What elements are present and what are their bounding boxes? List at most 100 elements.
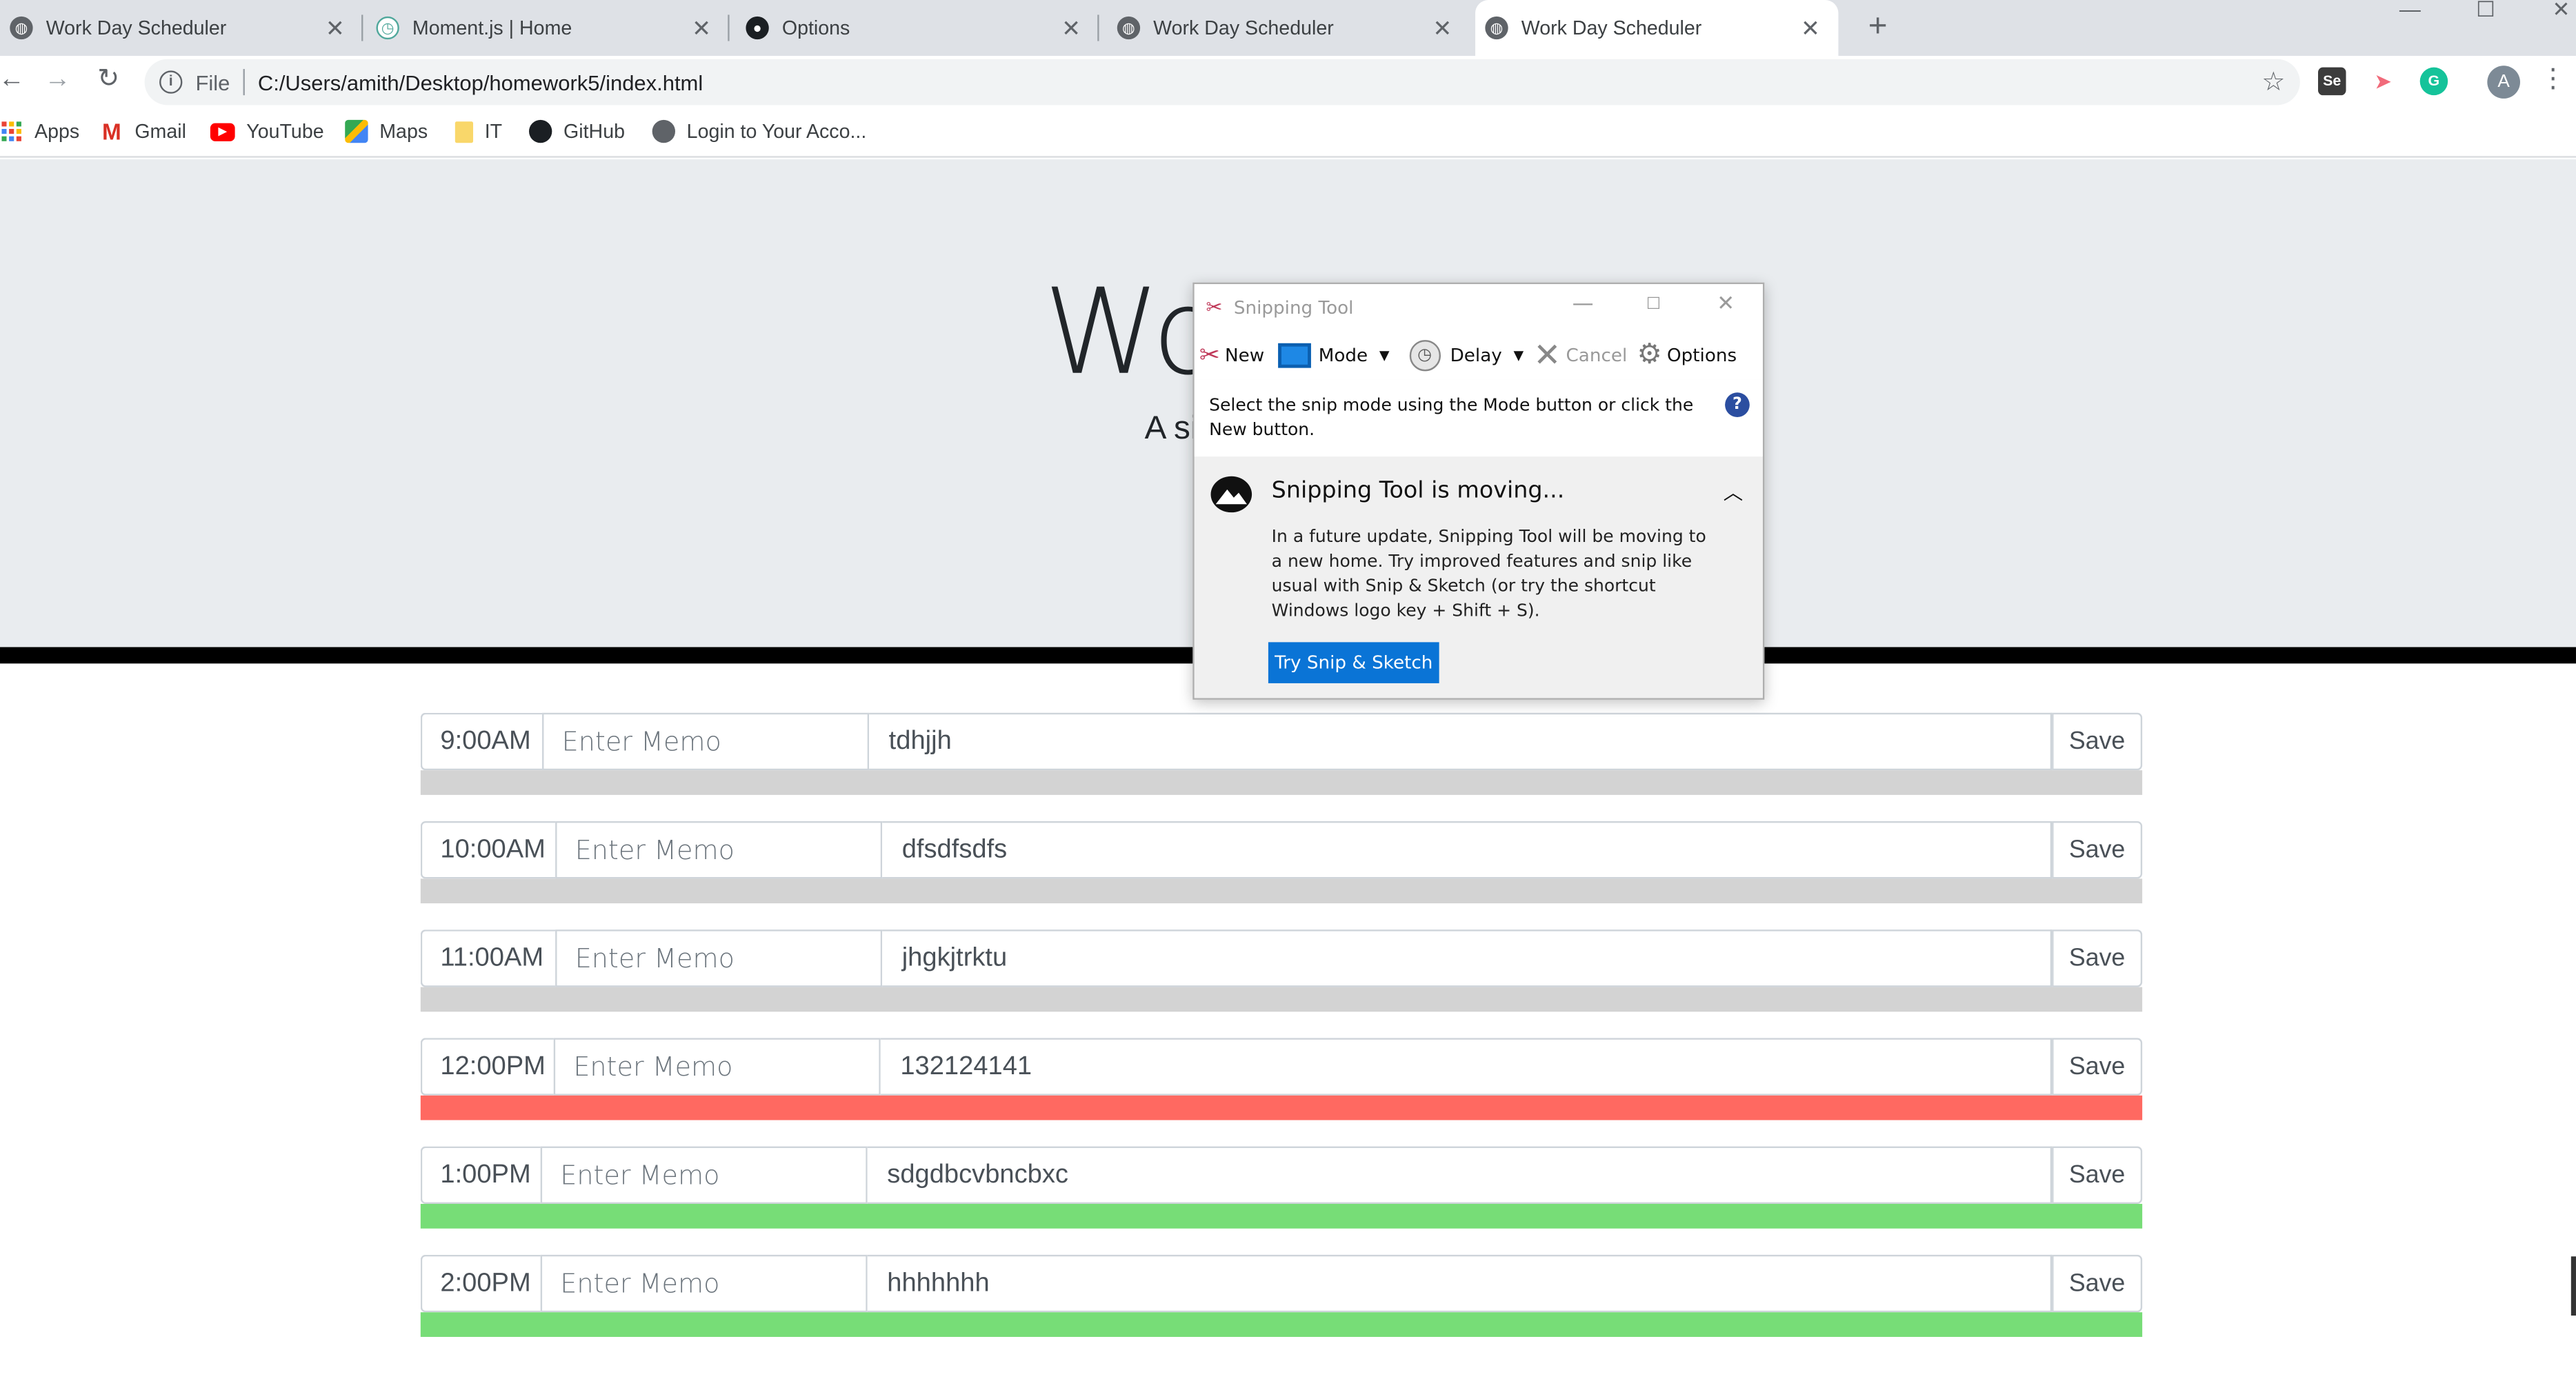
description-textarea[interactable]: hhhhhhh (867, 1254, 2053, 1313)
globe-icon: ◍ (1485, 16, 1508, 40)
new-snip-button[interactable]: ✂ New (1199, 340, 1264, 370)
apps-grid-icon (0, 120, 23, 143)
save-button[interactable]: Save (2052, 1146, 2143, 1205)
memo-input[interactable]: Enter Memo (542, 712, 870, 771)
try-snip-sketch-button[interactable]: Try Snip & Sketch (1268, 642, 1439, 683)
close-icon[interactable]: ✕ (1799, 14, 1821, 41)
gear-icon: ⚙ (1637, 338, 1662, 372)
status-bar-past (420, 770, 2143, 795)
tab-title: Moment.js | Home (412, 16, 572, 40)
folder-icon (455, 121, 474, 143)
bookmark-gmail[interactable]: M Gmail (100, 119, 186, 145)
bookmark-label: Maps (379, 119, 428, 143)
memo-input[interactable]: Enter Memo (555, 929, 883, 987)
cast-extension-icon[interactable]: ➤ (2368, 67, 2397, 96)
help-icon[interactable]: ? (1725, 392, 1750, 418)
scrollbar-edge[interactable] (2570, 1256, 2576, 1316)
youtube-icon: ▶ (210, 122, 235, 141)
time-block-row: 12:00PM Enter Memo 132124141 Save (420, 1038, 2143, 1121)
snipping-tool-titlebar[interactable]: ✂ Snipping Tool — ☐ ✕ (1194, 284, 1763, 330)
tab-work-day-scheduler-2[interactable]: ◍ Work Day Scheduler ✕ (1107, 0, 1470, 56)
save-button[interactable]: Save (2052, 1254, 2143, 1313)
memo-input[interactable]: Enter Memo (555, 821, 883, 879)
bookmark-label: Apps (34, 119, 80, 143)
forward-arrow-icon[interactable]: → (39, 63, 75, 99)
bookmark-label: IT (484, 119, 503, 143)
bookmark-apps[interactable]: Apps (0, 119, 79, 145)
memo-input[interactable]: Enter Memo (553, 1038, 881, 1096)
tab-momentjs[interactable]: ◷ Moment.js | Home ✕ (366, 0, 730, 56)
notice-body: In a future update, Snipping Tool will b… (1271, 527, 1706, 621)
time-block-row: 1:00PM Enter Memo sdgdbcvbncbxc Save (420, 1146, 2143, 1230)
bookmark-star-icon[interactable]: ☆ (2262, 66, 2285, 99)
status-bar-future (420, 1204, 2143, 1229)
back-arrow-icon[interactable]: ← (0, 63, 30, 99)
globe-icon: ◍ (10, 16, 33, 40)
bookmark-it[interactable]: IT (455, 119, 502, 145)
snipping-tool-title: Snipping Tool (1233, 297, 1354, 319)
description-textarea[interactable]: jhgkjtrktu (882, 929, 2053, 987)
close-button[interactable]: ✕ (1717, 292, 1735, 317)
close-icon[interactable]: ✕ (690, 14, 712, 41)
bookmarks-bar: Apps M Gmail ▶ YouTube Maps IT GitHub Lo… (0, 105, 2576, 158)
tab-work-day-scheduler-1[interactable]: ◍ Work Day Scheduler ✕ (0, 0, 363, 56)
address-bar[interactable]: i File C:/Users/amith/Desktop/homework5/… (144, 59, 2300, 105)
bookmark-label: Login to Your Acco... (686, 119, 867, 143)
delay-button[interactable]: ◷ Delay ▼ (1409, 339, 1524, 371)
save-button[interactable]: Save (2052, 712, 2143, 771)
status-bar-future (420, 1312, 2143, 1337)
hour-label: 2:00PM (420, 1254, 543, 1313)
bookmark-youtube[interactable]: ▶ YouTube (210, 119, 324, 145)
bookmark-label: Gmail (134, 119, 186, 143)
close-icon[interactable]: ✕ (323, 14, 346, 41)
description-textarea[interactable]: 132124141 (880, 1038, 2053, 1096)
tab-strip: ◍ Work Day Scheduler ✕ ◷ Moment.js | Hom… (0, 0, 2576, 56)
close-icon[interactable]: ✕ (1431, 14, 1454, 41)
description-textarea[interactable]: sdgdbcvbncbxc (867, 1146, 2053, 1205)
mode-button[interactable]: Mode ▼ (1277, 342, 1390, 368)
tab-separator (361, 14, 363, 41)
cancel-x-icon: ✕ (1533, 334, 1561, 375)
selenium-extension-icon[interactable]: Se (2318, 67, 2346, 96)
chevron-up-icon[interactable]: ︿ (1724, 478, 1744, 505)
avatar[interactable]: A (2487, 66, 2520, 99)
clock-icon: ◷ (376, 16, 399, 40)
grammarly-icon[interactable]: G (2419, 67, 2448, 96)
window-close-button[interactable]: ✕ (2524, 0, 2576, 23)
tab-work-day-scheduler-active[interactable]: ◍ Work Day Scheduler ✕ (1475, 0, 1839, 56)
menu-kebab-icon[interactable]: ⋮ (2540, 64, 2566, 97)
snip-instruction: Select the snip mode using the Mode butt… (1194, 379, 1763, 457)
memo-input[interactable]: Enter Memo (540, 1146, 868, 1205)
maximize-button[interactable]: ☐ (1646, 296, 1661, 314)
minimize-button[interactable]: — (2373, 0, 2448, 23)
browser-toolbar: ← → ↻ i File C:/Users/amith/Desktop/home… (0, 55, 2576, 105)
bookmark-login[interactable]: Login to Your Acco... (652, 119, 867, 145)
time-block-row: 9:00AM Enter Memo tdhjjh Save (420, 712, 2143, 796)
tab-options[interactable]: ● Options ✕ (736, 0, 1099, 56)
cancel-button[interactable]: ✕ Cancel (1533, 335, 1627, 374)
hour-label: 10:00AM (420, 821, 557, 879)
bookmark-github[interactable]: GitHub (529, 119, 625, 145)
status-bar-present (420, 1095, 2143, 1120)
minimize-button[interactable]: — (1572, 292, 1594, 317)
hour-label: 11:00AM (420, 929, 557, 987)
bookmark-maps[interactable]: Maps (345, 119, 428, 145)
options-label: Options (1667, 344, 1737, 365)
save-button[interactable]: Save (2052, 821, 2143, 879)
new-label: New (1224, 344, 1265, 365)
description-textarea[interactable]: dfsdfsdfs (882, 821, 2053, 879)
options-button[interactable]: ⚙ Options (1637, 339, 1737, 372)
bookmark-label: YouTube (246, 119, 324, 143)
scheme-label: File (195, 70, 230, 94)
save-button[interactable]: Save (2052, 1038, 2143, 1096)
time-block-row: 10:00AM Enter Memo dfsdfsdfs Save (420, 821, 2143, 905)
save-button[interactable]: Save (2052, 929, 2143, 987)
close-icon[interactable]: ✕ (1059, 14, 1082, 41)
url-text[interactable]: C:/Users/amith/Desktop/homework5/index.h… (258, 70, 703, 94)
maximize-button[interactable]: ☐ (2448, 0, 2524, 23)
new-tab-button[interactable]: + (1859, 7, 1895, 46)
description-textarea[interactable]: tdhjjh (869, 712, 2053, 771)
info-icon[interactable]: i (159, 70, 183, 94)
reload-icon[interactable]: ↻ (90, 63, 126, 99)
memo-input[interactable]: Enter Memo (540, 1254, 868, 1313)
